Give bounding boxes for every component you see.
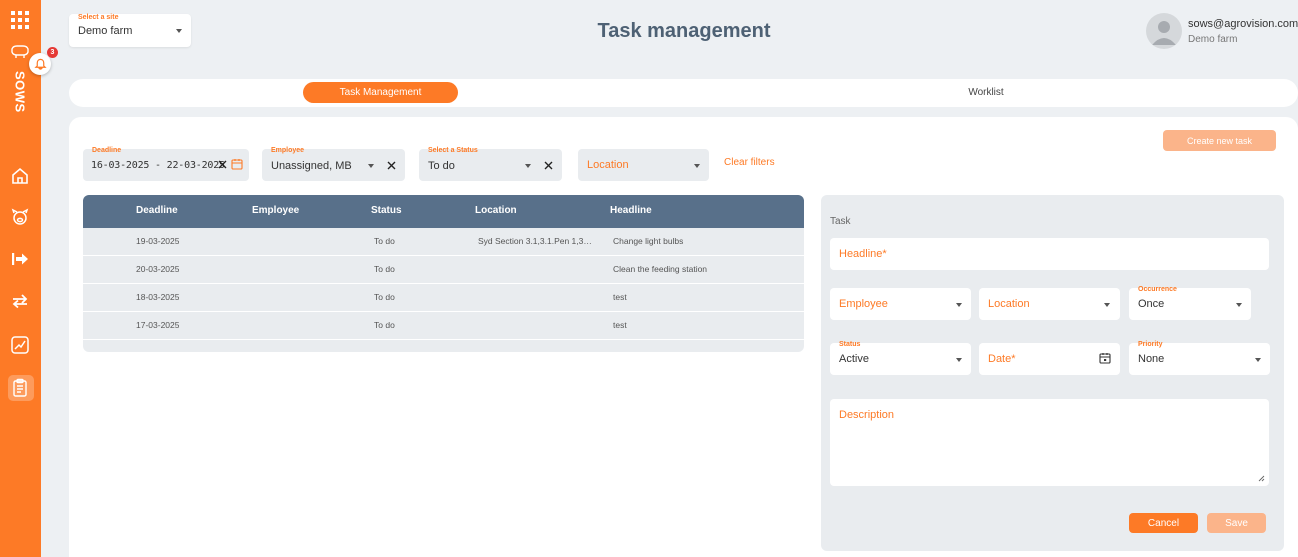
column-header-status[interactable]: Status [371,205,402,216]
chevron-down-icon[interactable] [525,164,531,168]
resize-handle-icon[interactable] [1258,475,1265,482]
clear-employee-icon[interactable] [386,160,397,171]
cell-status: To do [374,236,395,246]
task-table: Deadline Employee Status Location Headli… [83,195,804,352]
notification-count-badge: 3 [47,47,58,58]
status-label: Status [839,341,861,348]
column-header-headline[interactable]: Headline [610,205,652,216]
column-header-location[interactable]: Location [475,205,517,216]
table-row[interactable]: 17-03-2025 To do test [83,312,804,340]
page-title: Task management [597,20,771,42]
user-email: sows@agrovision.com [1188,18,1298,30]
cell-headline: test [613,292,627,302]
grid-icon[interactable] [9,9,31,31]
chevron-down-icon [1104,303,1110,307]
cell-deadline: 17-03-2025 [136,320,180,330]
cell-deadline: 20-03-2025 [136,264,180,274]
save-button[interactable]: Save [1207,513,1266,533]
table-row[interactable]: 19-03-2025 To do Syd Section 3.1,3.1.Pen… [83,228,804,256]
status-filter-label: Select a Status [428,147,478,154]
date-placeholder: Date* [988,353,1016,365]
location-placeholder: Location [988,298,1030,310]
cell-headline: test [613,320,627,330]
location-filter[interactable]: Location [578,149,709,181]
status-filter-value: To do [428,160,455,172]
deadline-filter[interactable]: Deadline 16-03-2025 - 22-03-2025 [83,147,249,181]
deadline-filter-label: Deadline [92,147,122,154]
status-value: Active [839,353,869,365]
calendar-icon[interactable] [231,158,243,170]
date-input[interactable]: Date* [979,343,1120,375]
calendar-icon[interactable] [1099,352,1111,364]
employee-placeholder: Employee [839,298,888,310]
deadline-filter-value: 16-03-2025 - 22-03-2025 [91,160,225,171]
task-form-title: Task [830,216,851,227]
exit-arrow-icon[interactable] [9,248,31,270]
chevron-down-icon [956,303,962,307]
home-icon[interactable] [9,165,31,187]
brand-label: SOWS [12,71,28,113]
status-filter[interactable]: Select a Status To do [419,147,562,181]
headline-input[interactable]: Headline* [830,238,1269,270]
site-select-label: Select a site [78,14,119,21]
employee-filter-label: Employee [271,147,305,154]
cell-status: To do [374,264,395,274]
clear-deadline-icon[interactable] [217,159,228,170]
cancel-button[interactable]: Cancel [1129,513,1198,533]
description-placeholder: Description [839,409,895,421]
transfer-icon[interactable] [9,290,31,312]
cell-headline: Change light bulbs [613,236,684,246]
sow-icon[interactable] [9,206,31,228]
clipboard-icon[interactable] [9,377,31,399]
clear-status-icon[interactable] [543,160,554,171]
tab-task-management[interactable]: Task Management [303,82,458,103]
headline-placeholder: Headline* [839,248,887,260]
cell-deadline: 19-03-2025 [136,236,180,246]
site-select-value: Demo farm [78,25,133,37]
status-select[interactable]: Status Active [830,341,971,375]
cell-status: To do [374,292,395,302]
location-filter-placeholder: Location [587,159,629,171]
occurrence-label: Occurrence [1138,286,1177,293]
cell-status: To do [374,320,395,330]
priority-select[interactable]: Priority None [1129,341,1270,375]
tab-worklist[interactable]: Worklist [919,82,1053,103]
pig-icon[interactable] [9,40,31,62]
location-select[interactable]: Location [979,288,1120,320]
cell-headline: Clean the feeding station [613,264,708,274]
chevron-down-icon [176,29,182,33]
priority-value: None [1138,353,1165,365]
chevron-down-icon[interactable] [368,164,374,168]
cell-deadline: 18-03-2025 [136,292,180,302]
column-header-deadline[interactable]: Deadline [136,205,178,216]
chevron-down-icon [1255,358,1261,362]
description-textarea[interactable]: Description [830,399,1269,486]
employee-select[interactable]: Employee [830,288,971,320]
chart-icon[interactable] [9,334,31,356]
priority-label: Priority [1138,341,1163,348]
employee-filter[interactable]: Employee Unassigned, MB [262,147,405,181]
tabs-bar: Task Management Worklist [69,79,1298,107]
site-select[interactable]: Select a site Demo farm [69,14,191,47]
occurrence-select[interactable]: Occurrence Once [1129,286,1251,320]
cell-location: Syd Section 3.1,3.1.Pen 1,3.1... [478,236,594,246]
chevron-down-icon [956,358,962,362]
table-row[interactable]: 18-03-2025 To do test [83,284,804,312]
column-header-employee[interactable]: Employee [252,205,299,216]
main-panel: Create new task Deadline 16-03-2025 - 22… [69,117,1298,557]
avatar[interactable] [1146,13,1182,49]
table-header: Deadline Employee Status Location Headli… [83,195,804,228]
clear-filters-link[interactable]: Clear filters [724,157,775,168]
table-row[interactable]: 20-03-2025 To do Clean the feeding stati… [83,256,804,284]
chevron-down-icon[interactable] [694,164,700,168]
task-form: Task Headline* Employee Location Occurre… [821,195,1284,551]
create-new-task-button[interactable]: Create new task [1163,130,1276,151]
employee-filter-value: Unassigned, MB [271,160,352,172]
occurrence-value: Once [1138,298,1165,310]
user-site: Demo farm [1188,34,1238,45]
chevron-down-icon [1236,303,1242,307]
sidebar: SOWS 3 [0,0,58,557]
